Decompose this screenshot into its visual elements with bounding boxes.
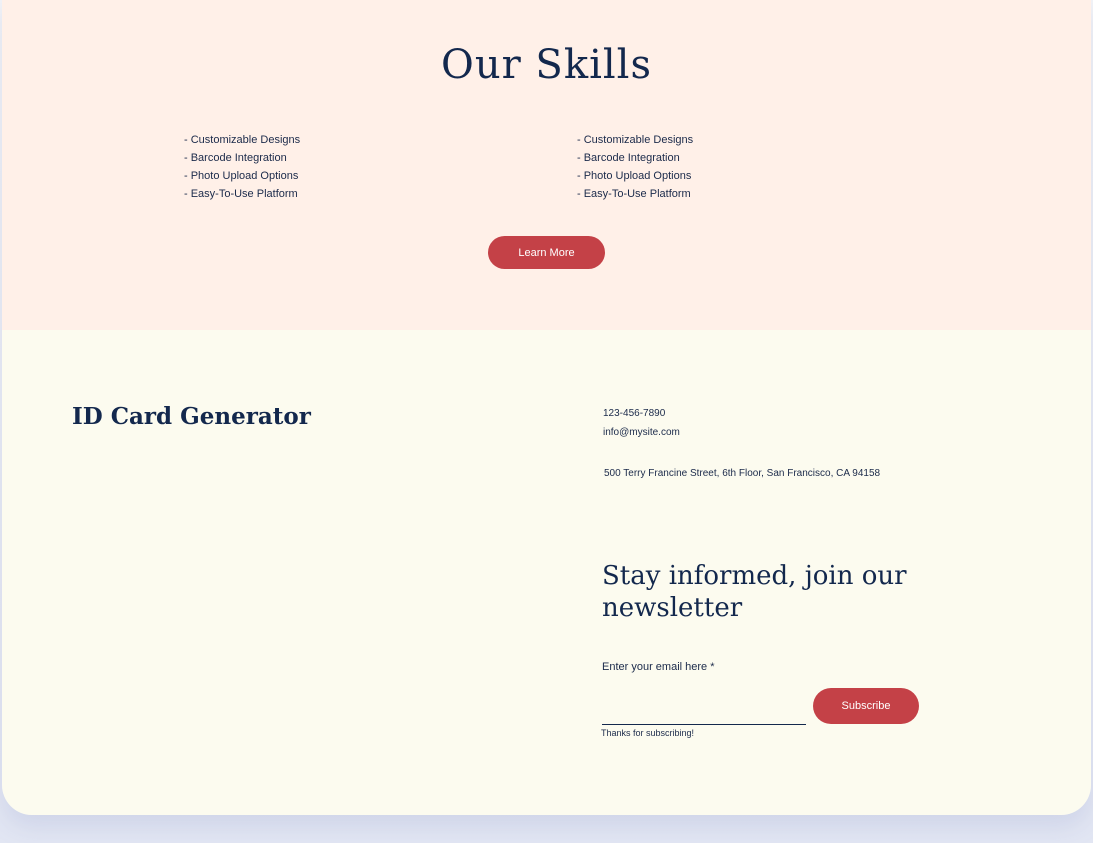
- footer-section: ID Card Generator 123-456-7890 info@mysi…: [2, 330, 1091, 815]
- contact-phone: 123-456-7890: [603, 408, 666, 419]
- skill-item: - Photo Upload Options: [577, 170, 692, 182]
- subscribe-confirmation: Thanks for subscribing!: [601, 728, 695, 738]
- email-field-label: Enter your email here *: [602, 661, 715, 673]
- contact-address: 500 Terry Francine Street, 6th Floor, Sa…: [604, 468, 881, 479]
- skill-item: - Easy-To-Use Platform: [577, 188, 691, 200]
- site-container: Our Skills - Customizable Designs - Barc…: [2, 0, 1091, 815]
- skill-item: - Barcode Integration: [184, 152, 287, 164]
- newsletter-email-input[interactable]: [602, 702, 806, 725]
- skills-section: Our Skills - Customizable Designs - Barc…: [2, 0, 1091, 330]
- site-brand-name: ID Card Generator: [72, 403, 311, 430]
- learn-more-button[interactable]: Learn More: [488, 236, 605, 269]
- skill-item: - Easy-To-Use Platform: [184, 188, 298, 200]
- newsletter-title: Stay informed, join our newsletter: [602, 561, 907, 623]
- skills-list-right: - Customizable Designs - Barcode Integra…: [577, 131, 693, 203]
- skills-list-left: - Customizable Designs - Barcode Integra…: [184, 131, 300, 203]
- skill-item: - Customizable Designs: [577, 134, 694, 146]
- contact-email-link[interactable]: info@mysite.com: [603, 427, 680, 438]
- skill-item: - Customizable Designs: [184, 134, 301, 146]
- subscribe-button[interactable]: Subscribe: [813, 688, 919, 724]
- skill-item: - Photo Upload Options: [184, 170, 299, 182]
- skills-title: Our Skills: [441, 42, 652, 88]
- skill-item: - Barcode Integration: [577, 152, 680, 164]
